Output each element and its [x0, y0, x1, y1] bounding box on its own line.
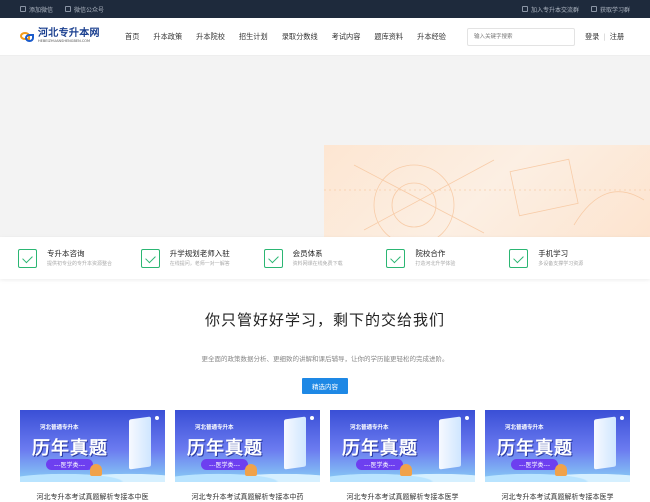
feature-membership[interactable]: 会员体系 资料网课在线免费下载: [263, 248, 387, 268]
auth-links: 登录 | 注册: [585, 32, 624, 42]
course-thumbnail[interactable]: 河北普通专升本 历年真题 ---医学类---: [330, 410, 475, 482]
student-icon: [245, 464, 257, 476]
feature-strip: 专升本咨询 提供初专业的专升本资源整合 升学规划老师入驻 在线提问，老师一对一解答 …: [0, 237, 650, 279]
book-icon: [284, 416, 306, 470]
group-icon: [521, 6, 528, 12]
book-icon: [129, 416, 151, 470]
nav-policy[interactable]: 升本政策: [146, 32, 189, 42]
consult-icon: [18, 248, 37, 268]
nav-home[interactable]: 首页: [118, 32, 146, 42]
top-bar: 添加微信 微信公众号 加入专升本交流群 获取学习群: [0, 0, 650, 18]
feature-mobile[interactable]: 手机学习 多设备支撑学习资源: [509, 248, 632, 268]
course-thumbnail[interactable]: 河北普通专升本 历年真题 ---医学类---: [20, 410, 165, 482]
course-cards: 河北普通专升本 历年真题 ---医学类--- 河北专升本考试真题解析专接本中医 …: [20, 410, 630, 502]
qrcode-icon: [65, 6, 72, 12]
sparkle-icon: [310, 416, 314, 420]
feature-consult[interactable]: 专升本咨询 提供初专业的专升本资源整合: [18, 248, 141, 268]
course-card[interactable]: 河北普通专升本 历年真题 ---医学类--- 河北专升本考试真题解析专接本医学: [330, 410, 475, 502]
book-icon: [594, 416, 616, 470]
feature-college[interactable]: 院校合作 打造河北升学体验: [386, 248, 509, 268]
course-thumbnail[interactable]: 河北普通专升本 历年真题 ---医学类---: [485, 410, 630, 482]
logo-title: 河北专升本网: [38, 28, 100, 40]
gift-icon: [590, 6, 597, 12]
search-input[interactable]: [466, 27, 575, 46]
course-card[interactable]: 河北普通专升本 历年真题 ---医学类--- 河北专升本考试真题解析专接本中医: [20, 410, 165, 502]
course-card[interactable]: 河北普通专升本 历年真题 ---医学类--- 河北专升本考试真题解析专接本医学: [485, 410, 630, 502]
course-title[interactable]: 河北专升本考试真题解析专接本医学: [485, 492, 630, 502]
nav-experience[interactable]: 升本经验: [410, 32, 453, 42]
book-icon: [439, 416, 461, 470]
site-logo[interactable]: 河北专升本网 HEBEIZHUANSHENGBEN.COM: [20, 29, 116, 44]
nav-colleges[interactable]: 升本院校: [189, 32, 232, 42]
mobile-icon: [509, 248, 529, 268]
college-icon: [386, 248, 406, 268]
header: 河北专升本网 HEBEIZHUANSHENGBEN.COM 首页 升本政策 升本…: [0, 18, 650, 56]
course-thumbnail[interactable]: 河北普通专升本 历年真题 ---医学类---: [175, 410, 320, 482]
study-group-link[interactable]: 获取学习群: [590, 5, 630, 14]
course-title[interactable]: 河北专升本考试真题解析专接本医学: [330, 492, 475, 502]
feature-teacher[interactable]: 升学规划老师入驻 在线提问，老师一对一解答: [140, 248, 264, 268]
membership-icon: [263, 248, 283, 268]
join-group-link[interactable]: 加入专升本交流群: [521, 5, 579, 14]
register-link[interactable]: 注册: [610, 32, 624, 42]
sparkle-icon: [155, 416, 159, 420]
add-wechat-link[interactable]: 添加微信: [20, 5, 53, 14]
slogan-title: 你只管好好学习，剩下的交给我们: [204, 311, 445, 329]
logo-subtitle: HEBEIZHUANSHENGBEN.COM: [38, 39, 91, 44]
official-account-link[interactable]: 微信公众号: [65, 5, 104, 14]
banner-illustration: [324, 145, 650, 237]
featured-content-button[interactable]: 精选内容: [302, 378, 348, 394]
nav-score-line[interactable]: 录取分数线: [275, 32, 325, 42]
login-link[interactable]: 登录: [585, 32, 599, 42]
slogan-section: 你只管好好学习，剩下的交给我们 更全面的政策数据分析、更细致的讲解和课后辅导，让…: [0, 279, 650, 394]
nav-exam-content[interactable]: 考试内容: [325, 32, 368, 42]
student-icon: [400, 464, 412, 476]
sparkle-icon: [620, 416, 624, 420]
hero-banner[interactable]: [0, 56, 650, 237]
slogan-subtitle: 更全面的政策数据分析、更细致的讲解和课后辅导，让你的学历能更轻松的完成进阶。: [201, 355, 449, 363]
logo-mark-icon: [20, 30, 35, 43]
nav-enrollment-plan[interactable]: 招生计划: [232, 32, 275, 42]
student-icon: [555, 464, 567, 476]
wechat-icon: [20, 6, 26, 12]
course-title[interactable]: 河北专升本考试真题解析专接本中药: [175, 492, 320, 502]
teacher-icon: [140, 248, 160, 268]
student-icon: [90, 464, 102, 476]
course-title[interactable]: 河北专升本考试真题解析专接本中医: [20, 492, 165, 502]
nav-question-bank[interactable]: 题库资料: [367, 32, 410, 42]
main-nav: 首页 升本政策 升本院校 招生计划 录取分数线 考试内容 题库资料 升本经验: [118, 32, 453, 42]
auth-divider: |: [603, 32, 606, 41]
sparkle-icon: [465, 416, 469, 420]
course-card[interactable]: 河北普通专升本 历年真题 ---医学类--- 河北专升本考试真题解析专接本中药: [175, 410, 320, 502]
